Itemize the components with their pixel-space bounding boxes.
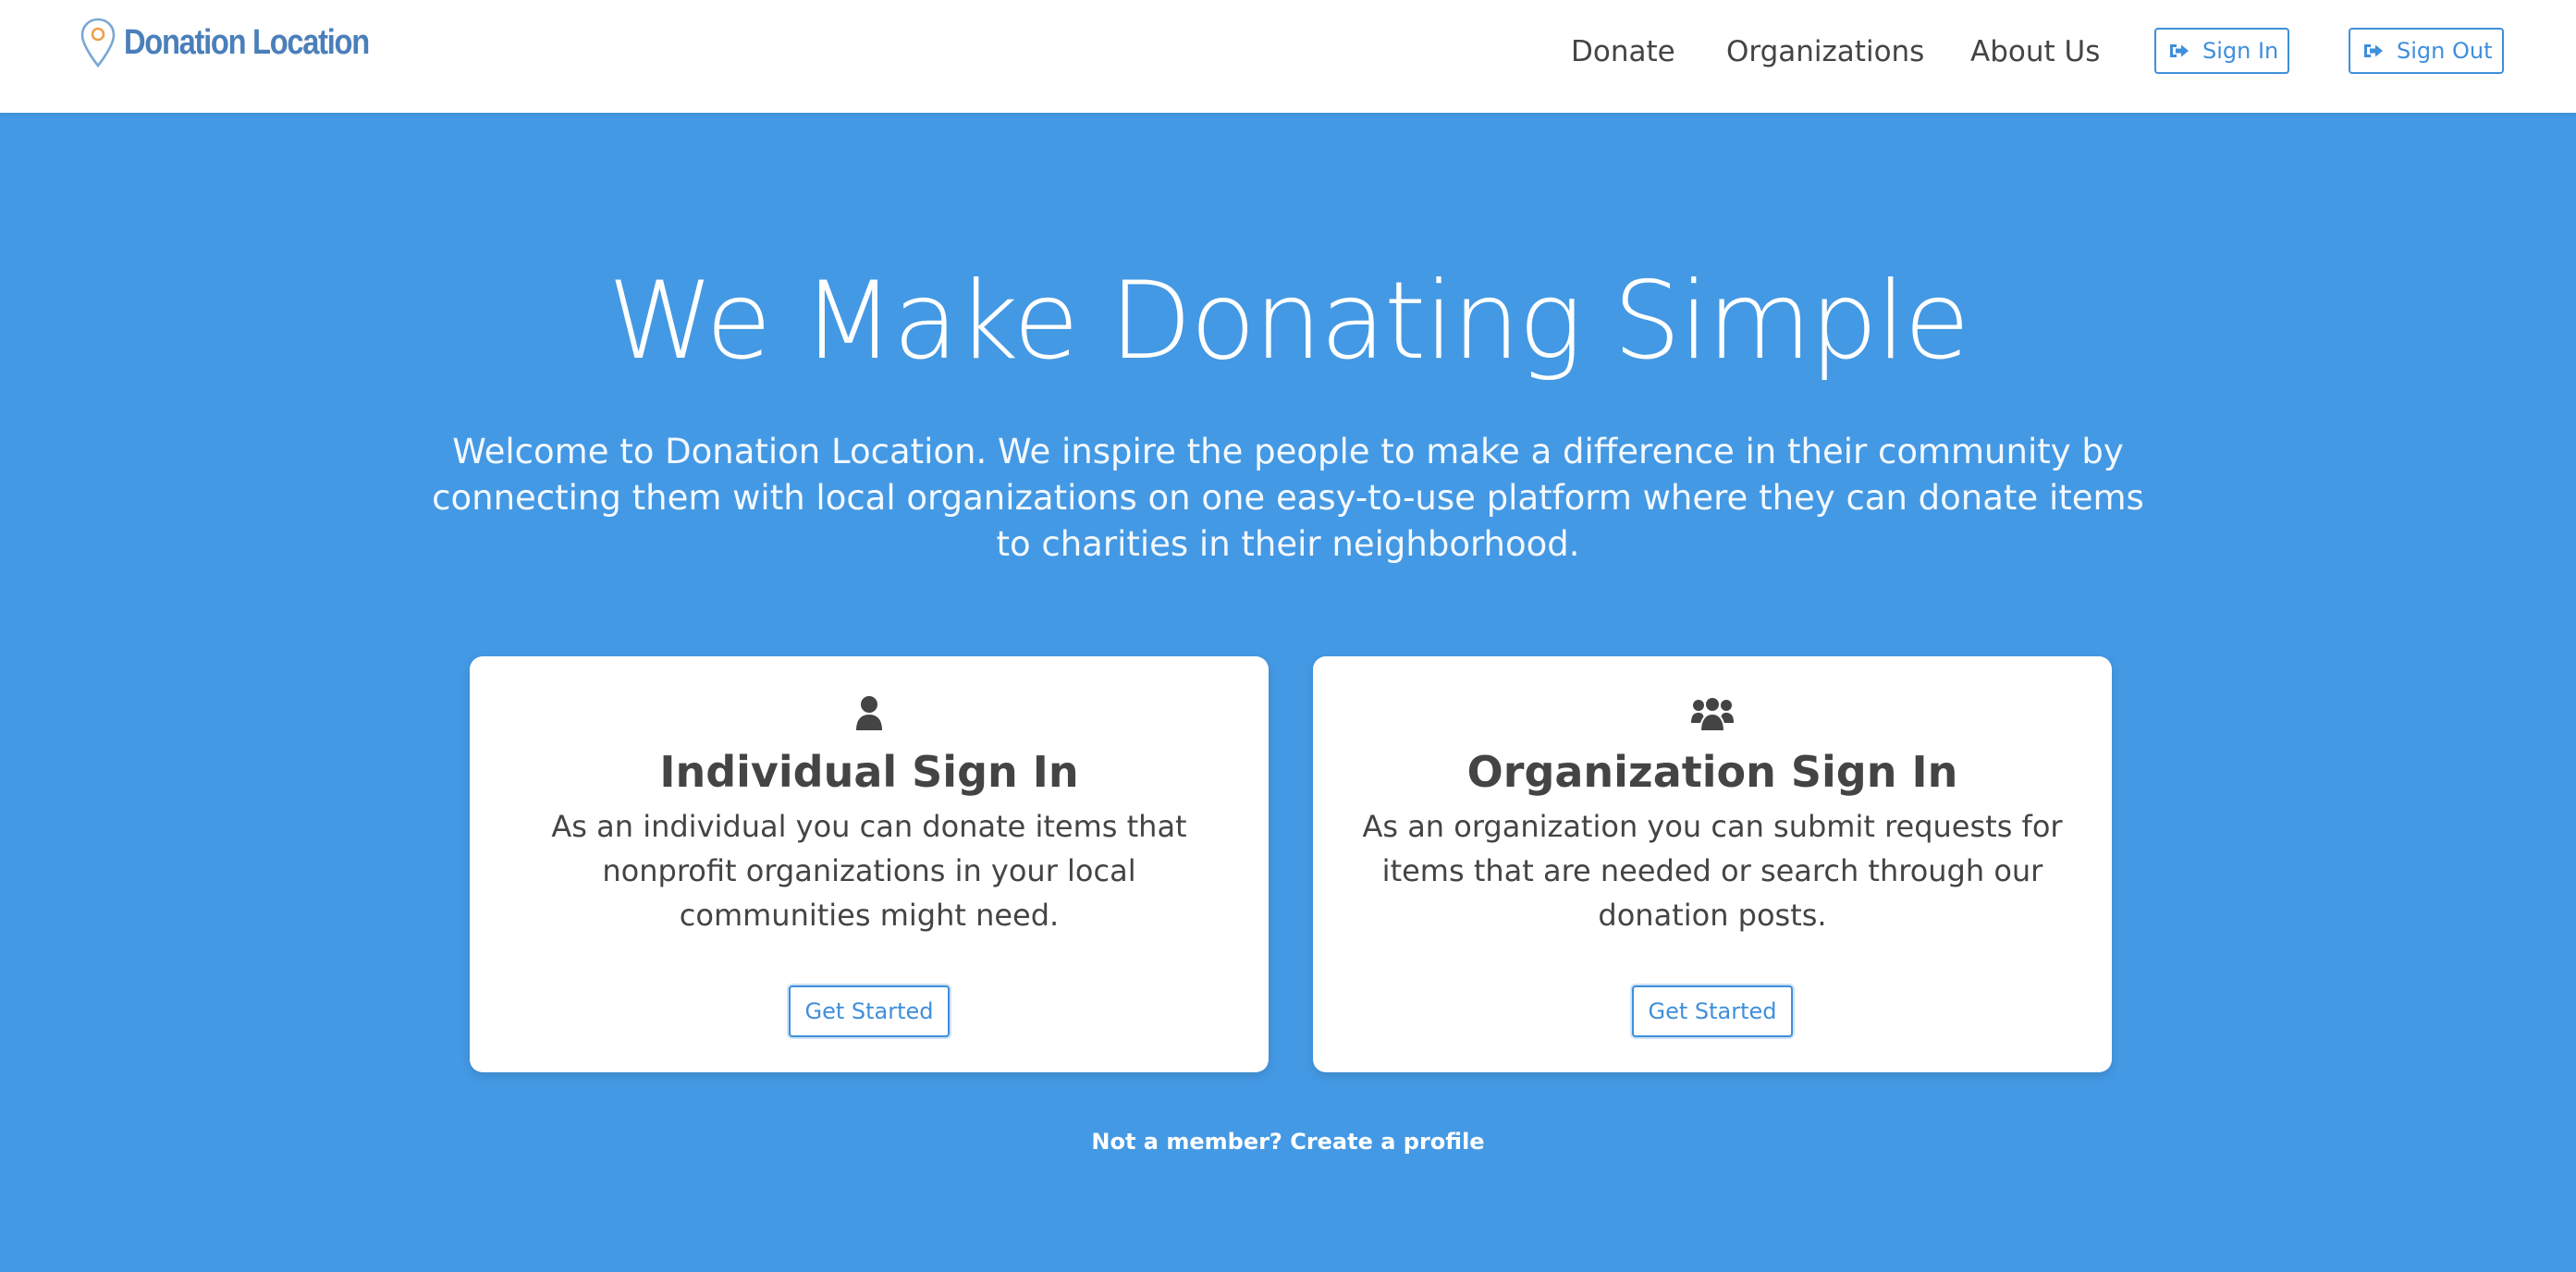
sign-in-button[interactable]: Sign In [2154,28,2289,74]
nav-link-organizations[interactable]: Organizations [1726,31,1924,72]
organization-get-started-button[interactable]: Get Started [1632,985,1793,1037]
sign-out-button[interactable]: Sign Out [2349,28,2504,74]
nav-link-donate[interactable]: Donate [1571,31,1675,72]
sign-out-arrow-icon [2364,44,2383,57]
nav-link-about-us[interactable]: About Us [1970,31,2100,72]
sign-out-label: Sign Out [2397,38,2493,64]
individual-card-title: Individual Sign In [659,747,1079,797]
hero-title: We Make Donating Simple [607,259,1969,384]
brand-logo[interactable]: Donation Location [80,17,409,68]
sign-in-label: Sign In [2202,38,2279,64]
individual-card-description: As an individual you can donate items th… [551,809,1187,933]
brand-name: Donation Location [124,22,370,62]
organization-card-description: As an organization you can submit reques… [1362,809,2063,933]
sign-in-arrow-icon [2170,44,2189,57]
user-icon [856,696,882,730]
map-pin-icon [80,18,116,68]
organization-sign-in-card: Organization Sign In As an organization … [1313,656,2112,1072]
create-profile-link[interactable]: Not a member? Create a profile [0,1126,2576,1157]
individual-get-started-button[interactable]: Get Started [789,985,950,1037]
users-group-icon [1691,696,1734,732]
hero-subtitle: Welcome to Donation Location. We inspire… [432,432,2144,564]
organization-card-title: Organization Sign In [1466,747,1958,797]
top-navbar: Donation Location Donate Organizations A… [0,0,2576,113]
individual-sign-in-card: Individual Sign In As an individual you … [470,656,1269,1072]
